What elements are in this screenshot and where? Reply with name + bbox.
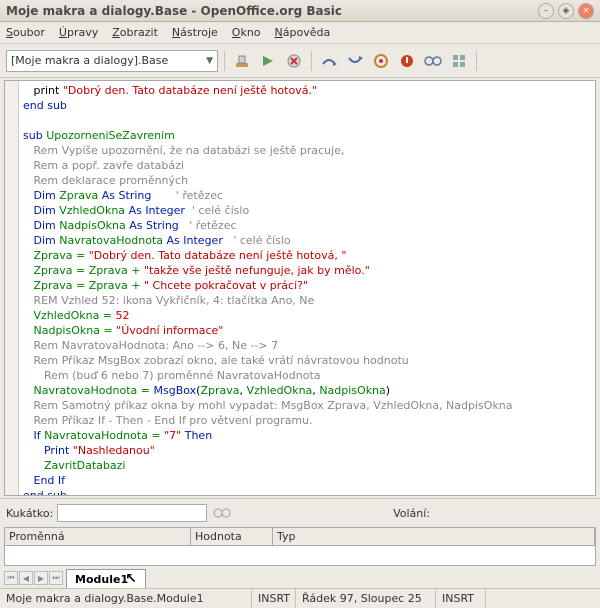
tab-first-icon[interactable]: ⏮: [4, 571, 18, 585]
gutter: [5, 81, 19, 495]
code-content: print "Dobrý den. Tato databáze není ješ…: [23, 83, 513, 496]
watch-body: [4, 546, 596, 566]
step-over-icon[interactable]: [318, 50, 340, 72]
module-tabs: ⏮ ◀ ▶ ⏭ Module1↖: [0, 568, 600, 588]
window-title: Moje makra a dialogy.Base - OpenOffice.o…: [6, 4, 534, 18]
watch-input[interactable]: [57, 504, 207, 522]
menu-napoveda[interactable]: Nápověda: [275, 26, 331, 39]
status-insert-1[interactable]: INSRT: [252, 589, 296, 608]
separator: [224, 51, 225, 71]
breakpoint-icon[interactable]: [396, 50, 418, 72]
menu-soubor[interactable]: Soubor: [6, 26, 45, 39]
tab-next-icon[interactable]: ▶: [34, 571, 48, 585]
library-name: [Moje makra a dialogy].Base: [11, 54, 168, 67]
step-out-icon[interactable]: [370, 50, 392, 72]
menubar: Soubor Úpravy Zobrazit Nástroje Okno Náp…: [0, 22, 600, 44]
catalog-icon[interactable]: [448, 50, 470, 72]
compile-icon[interactable]: [231, 50, 253, 72]
call-label: Volání:: [393, 507, 430, 520]
separator: [311, 51, 312, 71]
watch-panel: Kukátko: Volání:: [0, 498, 600, 527]
cursor-icon: ↖: [125, 571, 137, 587]
menu-okno[interactable]: Okno: [232, 26, 261, 39]
tab-last-icon[interactable]: ⏭: [49, 571, 63, 585]
close-button[interactable]: ×: [578, 3, 594, 19]
stop-icon[interactable]: [283, 50, 305, 72]
col-type[interactable]: Typ: [273, 528, 595, 545]
watch-label: Kukátko:: [6, 507, 53, 520]
toolbar: [Moje makra a dialogy].Base ▼: [0, 44, 600, 78]
status-position: Řádek 97, Sloupec 25: [296, 589, 436, 608]
status-path: Moje makra a dialogy.Base.Module1: [0, 589, 252, 608]
statusbar: Moje makra a dialogy.Base.Module1 INSRT …: [0, 588, 600, 608]
col-value[interactable]: Hodnota: [191, 528, 273, 545]
menu-nastroje[interactable]: Nástroje: [172, 26, 218, 39]
col-variable[interactable]: Proměnná: [5, 528, 191, 545]
menu-zobrazit[interactable]: Zobrazit: [112, 26, 158, 39]
run-icon[interactable]: [257, 50, 279, 72]
step-into-icon[interactable]: [344, 50, 366, 72]
tab-prev-icon[interactable]: ◀: [19, 571, 33, 585]
glasses-icon[interactable]: [211, 502, 233, 524]
maximize-button[interactable]: ◈: [558, 3, 574, 19]
watch-headers: Proměnná Hodnota Typ: [4, 527, 596, 546]
chevron-down-icon: ▼: [206, 56, 213, 66]
titlebar: Moje makra a dialogy.Base - OpenOffice.o…: [0, 0, 600, 22]
separator: [476, 51, 477, 71]
library-selector[interactable]: [Moje makra a dialogy].Base ▼: [6, 50, 218, 72]
watch-icon[interactable]: [422, 50, 444, 72]
minimize-button[interactable]: –: [538, 3, 554, 19]
status-insert-2[interactable]: INSRT: [436, 589, 486, 608]
code-editor[interactable]: print "Dobrý den. Tato databáze není ješ…: [4, 80, 596, 496]
tab-module1[interactable]: Module1↖: [66, 569, 146, 588]
menu-upravy[interactable]: Úpravy: [59, 26, 98, 39]
